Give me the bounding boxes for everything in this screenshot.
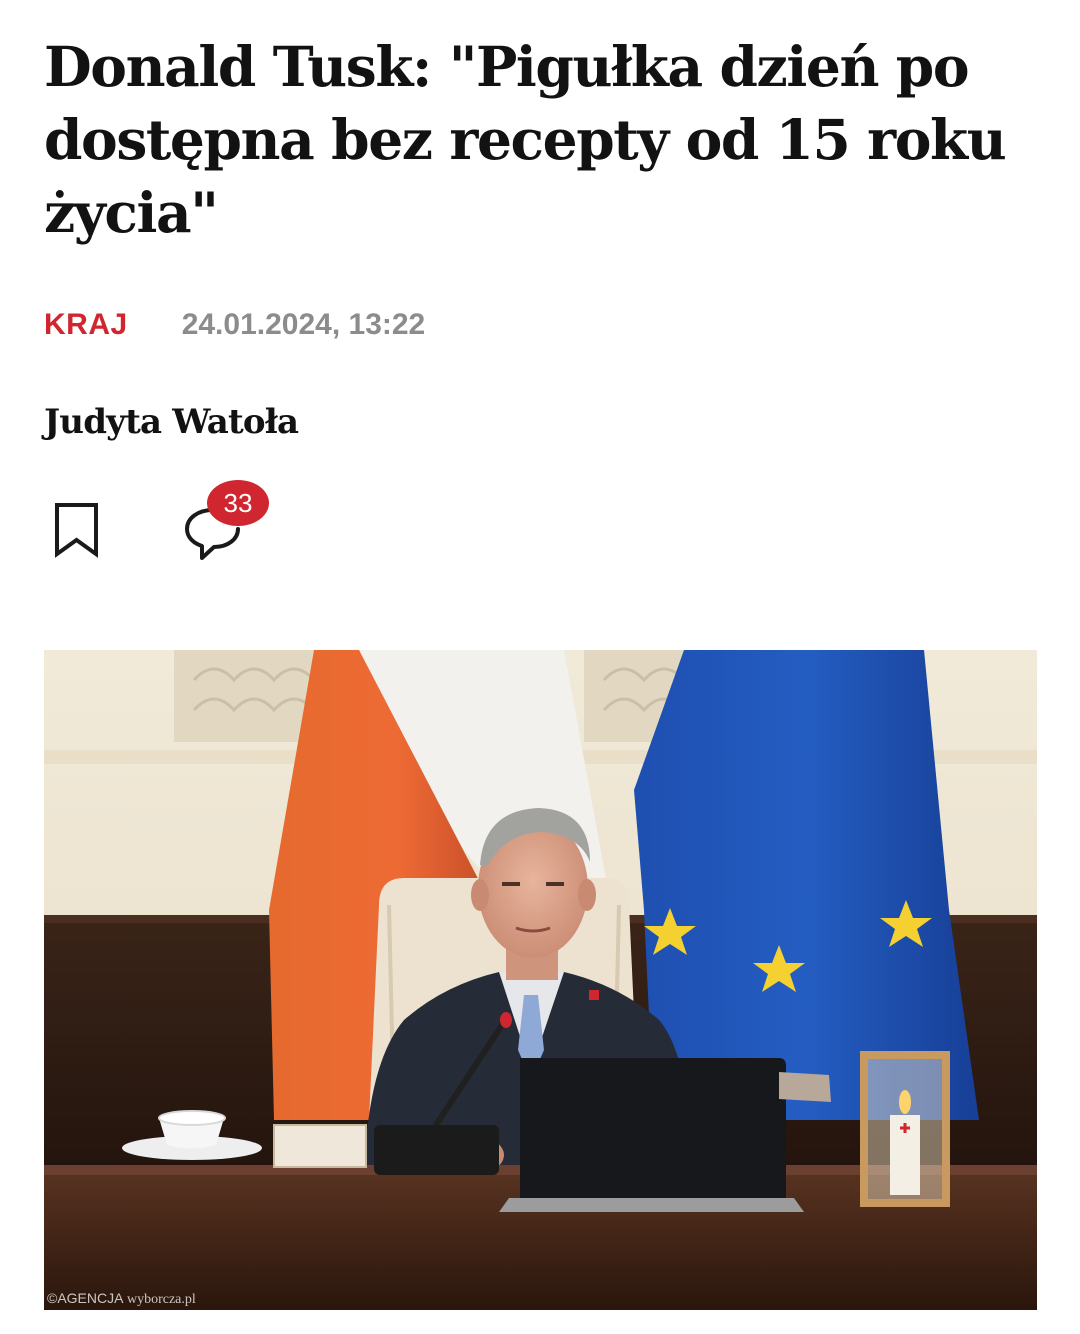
publish-date: 24.01.2024, 13:22	[181, 308, 426, 341]
photo-credit-agency: ©AGENCJA	[47, 1290, 124, 1306]
comments-count-badge: 33	[207, 480, 269, 526]
hero-photo	[44, 650, 1037, 1310]
photo-credit-site: wyborcza.pl	[126, 1292, 196, 1307]
photo-credit: ©AGENCJA wyborcza.pl	[47, 1290, 196, 1308]
category-link[interactable]: KRAJ	[44, 308, 128, 342]
page-title: Donald Tusk: "Pigułka dzień po dostępna …	[44, 34, 1007, 245]
article-hero-image[interactable]: ©AGENCJA wyborcza.pl	[44, 650, 1037, 1310]
comments-button[interactable]: 33	[180, 480, 280, 560]
author-name[interactable]: Judyta Watoła	[44, 402, 299, 442]
bookmark-icon	[55, 503, 98, 558]
article-meta: KRAJ 24.01.2024, 13:22	[44, 305, 425, 345]
bookmark-button[interactable]	[50, 500, 104, 560]
